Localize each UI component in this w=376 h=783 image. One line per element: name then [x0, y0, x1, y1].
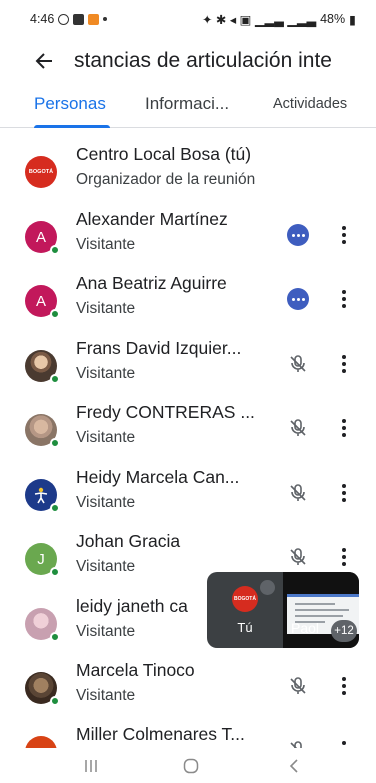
avatar: A: [25, 221, 60, 255]
system-status-icons: ✦ ✱ ◂ ▣ ▁▂▃ ▁▂▃: [202, 12, 317, 27]
presentation-tile[interactable]: Paol +12: [283, 572, 359, 648]
more-options-button[interactable]: [334, 352, 354, 376]
status-time: 4:46: [30, 12, 55, 26]
mic-off-icon: [287, 546, 309, 568]
participant-role: Visitante: [76, 236, 136, 253]
presenter-label: Paol: [291, 620, 320, 636]
more-options-button[interactable]: [334, 738, 354, 748]
speaking-indicator: [287, 288, 309, 310]
participant-row[interactable]: Marcela Tinoco Visitante: [0, 654, 376, 718]
home-button[interactable]: [182, 758, 200, 774]
participant-list[interactable]: BOGOTÁ Centro Local Bosa (tú) Organizado…: [0, 138, 376, 748]
online-indicator: [50, 632, 60, 642]
app-bar: stancias de articulación inte: [0, 38, 376, 84]
more-options-button[interactable]: [334, 416, 354, 440]
self-label: Tú: [237, 620, 253, 635]
avatar: [25, 736, 57, 748]
app-notification-icon: [88, 13, 100, 25]
pip-tile[interactable]: BOGOTÁ Tú Paol +12: [207, 572, 359, 648]
avatar: [25, 608, 60, 642]
avatar: A: [25, 285, 60, 319]
recent-apps-button[interactable]: [82, 758, 100, 774]
chevron-left-icon: [289, 759, 298, 773]
speaking-dots-icon: [287, 288, 309, 310]
speaking-dots-icon: [287, 224, 309, 246]
participant-role: Organizador de la reunión: [76, 171, 256, 188]
participant-role: Visitante: [76, 429, 136, 446]
more-options-button[interactable]: [334, 545, 354, 569]
participant-name: Frans David Izquier...: [76, 338, 242, 358]
participant-row[interactable]: Fredy CONTRERAS ... Visitante: [0, 396, 376, 460]
tab-personas[interactable]: Personas: [34, 94, 106, 114]
mic-off-icon: [287, 482, 309, 504]
mic-off-icon: [287, 739, 309, 748]
self-avatar: BOGOTÁ: [232, 586, 258, 612]
more-participants-badge: +12: [331, 620, 357, 642]
online-indicator: [50, 567, 60, 577]
tab-actividades[interactable]: Actividades: [273, 96, 347, 112]
participant-name: Alexander Martínez: [76, 209, 228, 229]
speaking-indicator: [287, 224, 309, 246]
mic-off-icon: [260, 580, 275, 595]
mic-off-icon: [287, 417, 309, 439]
participant-name: Ana Beatriz Aguirre: [76, 273, 227, 293]
participant-role: Visitante: [76, 300, 136, 317]
avatar: [25, 414, 60, 448]
avatar: [25, 672, 60, 706]
participant-role: Visitante: [76, 623, 136, 640]
participant-row[interactable]: A Alexander Martínez Visitante: [0, 203, 376, 267]
back-button[interactable]: [20, 38, 68, 84]
online-indicator: [50, 309, 60, 319]
participant-name: Miller Colmenares T...: [76, 724, 245, 744]
avatar: [25, 350, 60, 384]
avatar: [25, 479, 60, 513]
meeting-title: stancias de articulación inte: [74, 49, 332, 72]
tab-informacion[interactable]: Informaci...: [145, 94, 229, 114]
participant-name: Heidy Marcela Can...: [76, 467, 240, 487]
participant-row[interactable]: Miller Colmenares T...: [0, 718, 376, 748]
online-indicator: [50, 696, 60, 706]
active-tab-indicator: [34, 125, 110, 128]
participant-name: Marcela Tinoco: [76, 660, 195, 680]
more-options-button[interactable]: [334, 481, 354, 505]
participant-name: Johan Gracia: [76, 531, 181, 551]
participant-name: leidy janeth ca: [76, 596, 188, 616]
participant-row[interactable]: A Ana Beatriz Aguirre Visitante: [0, 267, 376, 331]
participant-row[interactable]: Frans David Izquier... Visitante: [0, 332, 376, 396]
participant-row[interactable]: Heidy Marcela Can... Visitante: [0, 461, 376, 525]
mic-off-icon: [287, 675, 309, 697]
participant-name: Fredy CONTRERAS ...: [76, 402, 255, 422]
online-indicator: [50, 438, 60, 448]
avatar: J: [25, 543, 60, 577]
tab-bar: Personas Informaci... Actividades: [0, 84, 376, 128]
participant-role: Visitante: [76, 365, 136, 382]
battery-icon: ▮: [349, 12, 356, 27]
more-options-button[interactable]: [334, 674, 354, 698]
more-notifications-dot: [103, 17, 108, 21]
participant-row[interactable]: BOGOTÁ Centro Local Bosa (tú) Organizado…: [0, 138, 376, 202]
online-indicator: [50, 374, 60, 384]
back-nav-button[interactable]: [285, 758, 303, 774]
participant-role: Visitante: [76, 687, 136, 704]
more-options-button[interactable]: [334, 223, 354, 247]
person-logo-icon: [34, 487, 48, 504]
recent-apps-icon: [85, 760, 97, 772]
home-icon: [183, 758, 199, 774]
online-indicator: [50, 503, 60, 513]
battery-level: 48%: [320, 12, 346, 26]
participant-name: Centro Local Bosa (tú): [76, 144, 252, 164]
participant-role: Visitante: [76, 494, 136, 511]
system-navigation-bar: [0, 748, 376, 783]
arrow-back-icon: [35, 53, 52, 69]
gallery-icon: [73, 13, 85, 25]
self-tile[interactable]: BOGOTÁ Tú: [207, 572, 283, 648]
avatar: BOGOTÁ: [25, 156, 57, 188]
participant-role: Visitante: [76, 558, 136, 575]
online-indicator: [50, 245, 60, 255]
more-options-button[interactable]: [334, 287, 354, 311]
whatsapp-icon: [58, 13, 70, 25]
status-bar: 4:46 ✦ ✱ ◂ ▣ ▁▂▃ ▁▂▃ 48% ▮: [0, 0, 376, 38]
mic-off-icon: [287, 353, 309, 375]
